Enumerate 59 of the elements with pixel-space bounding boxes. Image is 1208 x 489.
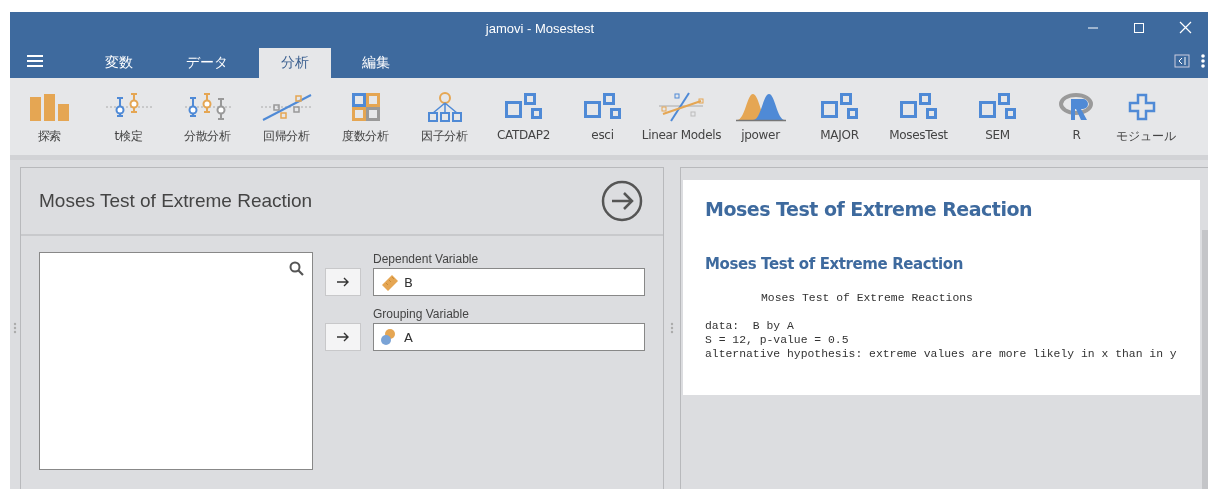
menu-tab[interactable]: 編集 — [340, 48, 412, 78]
ribbon-button-label[interactable]: 回帰分析 — [263, 128, 310, 145]
arrow-right-icon — [337, 277, 349, 287]
ruler-icon — [380, 273, 400, 291]
window-title: jamovi - Mosestest — [484, 20, 596, 36]
ribbon-button-label[interactable]: MAJOR — [820, 128, 859, 142]
menu-tab[interactable]: 分析 — [259, 48, 331, 78]
output-line: data: B by A — [705, 319, 795, 333]
resize-handle-icon[interactable] — [13, 322, 17, 334]
ribbon-button-label[interactable]: 因子分析 — [421, 128, 468, 145]
distribution-curves-icon — [734, 92, 787, 122]
r-logo-icon — [1058, 93, 1095, 121]
variable-name: A — [404, 329, 413, 345]
ribbon-button-label[interactable]: jpower — [741, 128, 780, 142]
panel-toggle-icon[interactable] — [1174, 54, 1190, 68]
results-subtitle: Moses Test of Extreme Reaction — [705, 255, 964, 273]
variable-field[interactable]: A — [373, 323, 645, 351]
output-line: S = 12, p-value = 0.5 — [705, 333, 850, 347]
tree-icon — [427, 92, 462, 122]
scrollbar[interactable] — [1202, 230, 1208, 489]
output-line: alternative hypothesis: extreme values are more likely in x than in y — [705, 347, 1178, 361]
squares-icon — [820, 93, 859, 121]
move-button[interactable] — [325, 268, 361, 296]
scatter-line-icon — [658, 92, 705, 122]
ribbon-button-label[interactable]: Linear Models — [641, 128, 722, 142]
variable-field[interactable]: B — [373, 268, 645, 296]
menu-tab[interactable]: 変数 — [83, 48, 155, 78]
ribbon-button-label[interactable]: 探索 — [37, 128, 62, 145]
scatter-line-icon — [260, 93, 313, 121]
panel-title: Moses Test of Extreme Reaction — [39, 190, 313, 212]
menu-icon[interactable] — [26, 54, 44, 68]
move-button[interactable] — [325, 323, 361, 351]
squares-icon — [583, 93, 622, 121]
ribbon-button-label[interactable]: モジュール — [1116, 128, 1176, 145]
error-bars-icon — [184, 93, 231, 121]
output-heading: Moses Test of Extreme Reactions — [761, 291, 974, 305]
ribbon-button-label[interactable]: 度数分析 — [342, 128, 389, 145]
arrow-circle-icon[interactable] — [601, 180, 643, 222]
arrow-right-icon — [337, 332, 349, 342]
squares-icon — [504, 93, 543, 121]
ribbon-button-label[interactable]: t検定 — [114, 128, 143, 145]
field-label: Grouping Variable — [373, 307, 470, 321]
ribbon-button-label[interactable]: R — [1072, 128, 1081, 142]
results-title: Moses Test of Extreme Reaction — [705, 198, 1033, 220]
squares-icon — [899, 93, 938, 121]
squares-icon — [978, 93, 1017, 121]
grid-icon — [351, 93, 380, 121]
menu-tab[interactable]: データ — [164, 48, 250, 78]
ribbon-button-label[interactable]: MosesTest — [889, 128, 948, 142]
ribbon-button-label[interactable]: SEM — [985, 128, 1010, 142]
bar-chart-icon — [28, 93, 71, 121]
ribbon-button-label[interactable]: 分散分析 — [184, 128, 231, 145]
field-label: Dependent Variable — [373, 252, 480, 266]
more-icon[interactable] — [1200, 53, 1206, 69]
ribbon-button-label[interactable]: esci — [591, 128, 614, 142]
search-icon[interactable] — [289, 261, 304, 276]
ribbon-button-label[interactable]: CATDAP2 — [497, 128, 550, 142]
resize-handle-icon[interactable] — [670, 322, 674, 334]
variable-name: B — [404, 274, 413, 290]
